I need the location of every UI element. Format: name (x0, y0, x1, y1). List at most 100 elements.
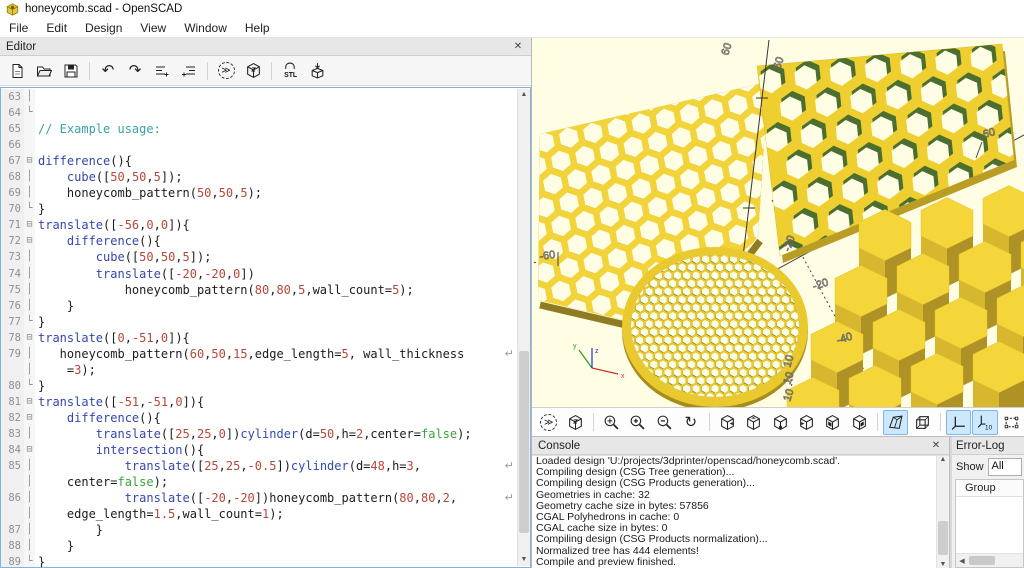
code-line[interactable]: 82⊟ difference(){ (1, 410, 517, 426)
scroll-up-icon[interactable]: ▲ (518, 89, 530, 101)
code-line[interactable]: 84⊟ intersection(){ (1, 442, 517, 458)
scroll-up-icon[interactable]: ▲ (937, 456, 949, 463)
code-line[interactable]: 76│ } (1, 298, 517, 314)
open-file-button[interactable] (31, 58, 57, 83)
code-line[interactable]: 81⊟translate([-51,-51,0]){ (1, 394, 517, 410)
view-right-button[interactable] (714, 410, 739, 435)
zoom-all-button[interactable] (599, 410, 624, 435)
export-stl-button[interactable]: STL (277, 58, 303, 83)
show-axes-button[interactable] (946, 410, 971, 435)
fold-marker[interactable]: ⊟ (24, 442, 35, 458)
code-line[interactable]: 88│ } (1, 538, 517, 554)
menu-file[interactable]: File (0, 19, 37, 37)
render-button[interactable] (240, 58, 266, 83)
console-scrollbar-thumb[interactable] (938, 521, 948, 555)
print-3d-button[interactable] (304, 58, 330, 83)
indent-button[interactable] (176, 58, 202, 83)
openscad-logo-icon (6, 3, 19, 16)
console-scrollbar[interactable]: ▲ ▼ (936, 456, 949, 568)
code-line[interactable]: │ =3); (1, 362, 517, 378)
fold-marker[interactable]: ⊟ (24, 153, 35, 169)
errorlog-column-group[interactable]: Group (956, 480, 1023, 497)
preview-button[interactable]: ≫ (213, 58, 239, 83)
code-line[interactable]: 85│ translate([25,25,-0.5])cylinder(d=48… (1, 458, 517, 474)
orthogonal-button[interactable] (909, 410, 934, 435)
reset-view-button[interactable]: ↻ (678, 410, 703, 435)
code-line[interactable]: 87│ } (1, 522, 517, 538)
scroll-left-icon[interactable]: ◀ (956, 557, 968, 565)
code-line[interactable]: │ center=false); (1, 474, 517, 490)
toolbar-separator (207, 62, 208, 80)
code-line[interactable]: 83│ translate([25,25,0])cylinder(d=50,h=… (1, 426, 517, 442)
code-line[interactable]: 79│ honeycomb_pattern(60,50,15,edge_leng… (1, 346, 517, 362)
code-line[interactable]: 64└ (1, 105, 517, 121)
code-line[interactable]: 65// Example usage: (1, 121, 517, 137)
redo-button[interactable]: ↷ (122, 58, 148, 83)
console-output: Loaded design 'U:/projects/3dprinter/ope… (532, 455, 949, 568)
perspective-button[interactable] (883, 410, 908, 435)
view-left-button[interactable] (794, 410, 819, 435)
code-line[interactable]: 73│ cube([50,50,5]); (1, 249, 517, 265)
code-line[interactable]: 89└} (1, 554, 517, 568)
code-line[interactable]: 75│ honeycomb_pattern(80,80,5,wall_count… (1, 282, 517, 298)
code-line[interactable]: 72⊟ difference(){ (1, 233, 517, 249)
code-editor[interactable]: 63│64└65// Example usage:6667⊟difference… (0, 87, 531, 568)
new-file-button[interactable] (4, 58, 30, 83)
menu-help[interactable]: Help (236, 19, 279, 37)
preview-button-viewport[interactable]: ≫ (536, 410, 561, 435)
editor-scrollbar-thumb[interactable] (519, 351, 529, 532)
view-top-button[interactable] (741, 410, 766, 435)
undo-button[interactable]: ↶ (95, 58, 121, 83)
show-axes-icon (950, 414, 967, 431)
errorlog-filter-dropdown[interactable]: All (988, 458, 1022, 476)
errorlog-hscrollbar-thumb[interactable] (969, 556, 995, 565)
view-all-icon (1003, 414, 1020, 431)
view-front-button[interactable] (820, 410, 845, 435)
code-line[interactable]: 78⊟translate([0,-51,0]){ (1, 330, 517, 346)
show-scale-markers-button[interactable]: 10 (972, 410, 997, 435)
code-line[interactable]: 70└} (1, 201, 517, 217)
menu-edit[interactable]: Edit (37, 19, 76, 37)
fold-marker[interactable]: ⊟ (24, 233, 35, 249)
code-line[interactable]: 74│ translate([-20,-20,0]) (1, 266, 517, 282)
menu-window[interactable]: Window (175, 19, 236, 37)
code-lines: 63│64└65// Example usage:6667⊟difference… (1, 89, 517, 567)
code-line[interactable]: 77└} (1, 314, 517, 330)
code-line[interactable]: 67⊟difference(){ (1, 153, 517, 169)
view-back-button[interactable] (847, 410, 872, 435)
3d-viewport[interactable]: 606060-60-20-20-40101010xyz (532, 38, 1024, 407)
unindent-button[interactable] (149, 58, 175, 83)
menu-design[interactable]: Design (76, 19, 131, 37)
render-button-viewport[interactable] (562, 410, 587, 435)
fold-marker[interactable]: ⊟ (24, 217, 35, 233)
line-number: 70 (1, 201, 24, 217)
fold-marker[interactable]: ⊟ (24, 410, 35, 426)
view-all-button[interactable] (999, 410, 1024, 435)
reset-view-icon: ↻ (685, 415, 698, 430)
code-line[interactable]: 71⊟translate([-56,0,0]){ (1, 217, 517, 233)
code-line[interactable]: 63│ (1, 89, 517, 105)
code-line[interactable]: 69│ honeycomb_pattern(50,50,5); (1, 185, 517, 201)
errorlog-hscrollbar[interactable]: ◀ (956, 553, 1023, 567)
code-line[interactable]: 68│ cube([50,50,5]); (1, 169, 517, 185)
window-title: honeycomb.scad - OpenSCAD (25, 3, 182, 15)
save-button[interactable] (58, 58, 84, 83)
line-number: 81 (1, 394, 24, 410)
perspective-icon (887, 414, 904, 431)
fold-marker[interactable]: ⊟ (24, 330, 35, 346)
code-line[interactable]: │ edge_length=1.5,wall_count=1); (1, 506, 517, 522)
fold-marker[interactable]: ⊟ (24, 394, 35, 410)
zoom-out-button[interactable] (652, 410, 677, 435)
code-line[interactable]: 80└} (1, 378, 517, 394)
console-close-button[interactable]: ✕ (929, 440, 943, 451)
view-bottom-button[interactable] (767, 410, 792, 435)
menu-view[interactable]: View (131, 19, 175, 37)
editor-scrollbar[interactable]: ▲ ▼ (517, 89, 530, 566)
scroll-down-icon[interactable]: ▼ (518, 554, 530, 566)
orthogonal-icon (914, 414, 931, 431)
zoom-in-button[interactable] (625, 410, 650, 435)
code-line[interactable]: 86│ translate([-20,-20])honeycomb_patter… (1, 490, 517, 506)
scroll-down-icon[interactable]: ▼ (937, 561, 949, 568)
code-line[interactable]: 66 (1, 137, 517, 153)
editor-close-button[interactable]: ✕ (511, 41, 525, 52)
